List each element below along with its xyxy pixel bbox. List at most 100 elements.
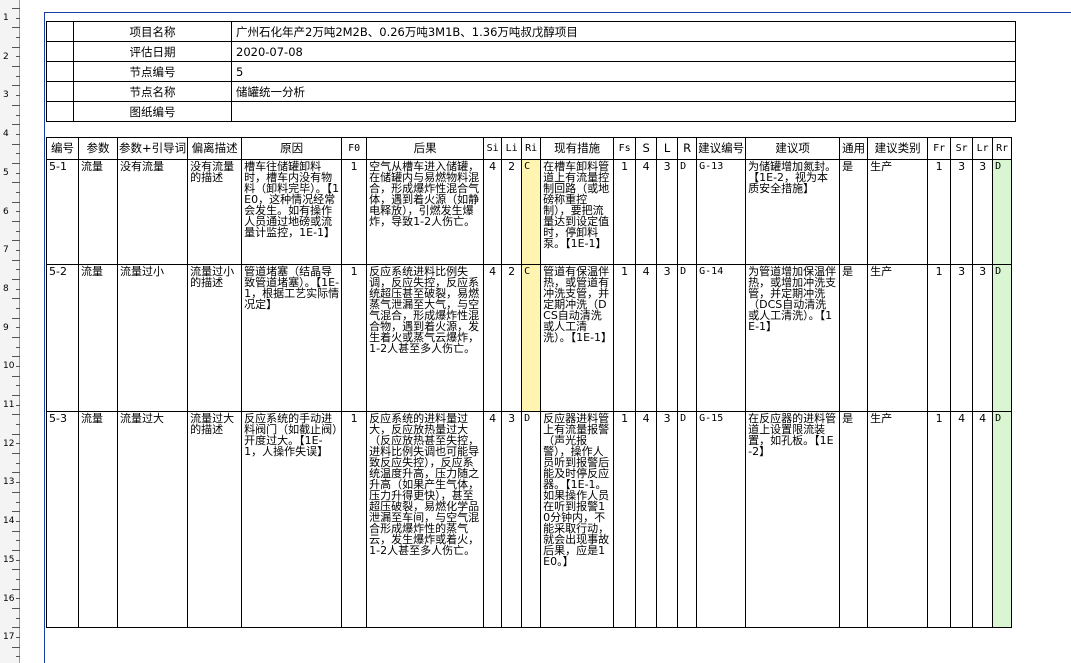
ruler-tick [12, 259, 20, 261]
cell-rec: 在反应器的进料管道上设置限流装置，如孔板。【1E-2】 [745, 411, 841, 628]
ruler-tick [12, 607, 20, 609]
ruler-number: 5 [3, 167, 9, 178]
column-header: Sr [950, 137, 974, 160]
cell-fs: 1 [613, 264, 637, 412]
column-header: 参数+引导词 [116, 137, 189, 160]
page-border-left [44, 12, 45, 663]
column-header: 通用 [839, 137, 869, 160]
cell-deviation: 流量过大的描述 [187, 411, 243, 628]
table-row: 5-2 流量 流量过小 流量过小的描述 管道堵塞（结晶导致管道堵塞）。【1E-1，根据工… [46, 264, 1013, 412]
cell-si: 4 [483, 264, 503, 412]
cell-deviation: 流量过小的描述 [187, 264, 243, 412]
cell-li: 2 [501, 159, 523, 265]
ruler-tick [12, 298, 20, 300]
cell-param: 流量 [78, 264, 118, 412]
cell-measures: 在槽车卸料管道上有流量控制回路（或地磅称重控制），要把流量达到设定值时，停卸料泵… [540, 159, 615, 265]
cell-li: 2 [501, 264, 523, 412]
column-header: L [656, 137, 679, 160]
ruler-tick [16, 327, 20, 329]
column-header: 后果 [366, 137, 485, 160]
ruler-tick [12, 278, 20, 280]
ruler-tick [16, 37, 20, 39]
info-spacer-cell [46, 21, 74, 42]
ruler-tick [12, 337, 20, 338]
cell-category: 生产 [867, 159, 929, 265]
ruler-number: 8 [3, 283, 9, 294]
cell-consequence: 反应系统的进料量过大，反应放热量过大（反应放热甚至失控，进料比例失调也可能导致反… [366, 411, 485, 628]
ruler-number: 9 [3, 322, 9, 333]
cell-guide: 流量过大 [116, 411, 189, 628]
ruler-tick [12, 201, 20, 203]
info-spacer-cell [46, 81, 74, 102]
cell-ri: C [521, 264, 542, 412]
ruler-tick [16, 230, 20, 232]
ruler-tick [16, 172, 20, 174]
cell-param: 流量 [78, 159, 118, 265]
ruler-tick [12, 646, 20, 648]
cell-ri: D [521, 411, 542, 628]
cell-lr: 3 [972, 264, 994, 412]
ruler-tick [16, 75, 20, 77]
ruler-number: 16 [3, 593, 15, 604]
ruler-tick [12, 162, 20, 164]
cell-fr: 1 [927, 159, 952, 265]
ruler-tick [12, 627, 20, 629]
cell-rec: 为管道增加保温伴热，或增加冲洗支管，并定期冲洗（DCS自动清洗或人工清洗）。【1… [745, 264, 841, 412]
ruler-tick [12, 511, 20, 513]
ruler-tick [12, 85, 20, 87]
ruler-tick [16, 288, 20, 290]
cell-lr: 4 [972, 411, 994, 628]
ruler-tick [16, 114, 20, 116]
ruler-tick [12, 27, 20, 29]
ruler-tick [16, 95, 20, 97]
info-value: 储罐统一分析 [231, 81, 1016, 102]
info-spacer-cell [46, 101, 74, 122]
cell-guide: 没有流量 [116, 159, 189, 265]
ruler-number: 17 [3, 632, 15, 643]
column-header: 建议项 [745, 137, 841, 160]
info-row: 节点名称 储罐统一分析 [46, 81, 1016, 102]
cell-f0: 1 [341, 159, 368, 265]
cell-id: 5-1 [46, 159, 79, 265]
cell-rr: D [992, 159, 1013, 265]
cell-rr: D [992, 411, 1013, 628]
page-border-top [44, 12, 1071, 13]
cell-fr: 1 [927, 264, 952, 412]
ruler-tick [12, 530, 20, 532]
info-value [231, 101, 1016, 122]
cell-id: 5-2 [46, 264, 79, 412]
ruler-tick [12, 317, 20, 319]
cell-l: 3 [656, 264, 679, 412]
info-label: 评估日期 [73, 41, 232, 62]
column-header: 偏离描述 [187, 137, 243, 160]
info-row: 项目名称 广州石化年产2万吨2M2B、0.26万吨3M1B、1.36万吨叔戊醇项目 [46, 21, 1016, 42]
ruler-tick [16, 191, 20, 193]
ruler-tick [12, 182, 20, 184]
cell-consequence: 反应系统进料比例失调，反应失控，反应系统超压甚至破裂，易燃蒸气泄漏至大气，与空气… [366, 264, 485, 412]
ruler-tick [16, 578, 20, 580]
column-header: 参数 [78, 137, 118, 160]
ruler-tick [12, 240, 20, 242]
ruler-tick [12, 414, 20, 416]
info-value: 5 [231, 61, 1016, 82]
cell-r: D [677, 159, 698, 265]
ruler-number: 10 [3, 361, 15, 372]
ruler-number: 6 [3, 206, 9, 217]
ruler-tick [12, 453, 20, 455]
ruler-tick [12, 46, 20, 48]
column-header: Lr [972, 137, 994, 160]
ruler-tick [16, 385, 20, 387]
cell-id: 5-3 [46, 411, 79, 628]
info-value: 2020-07-08 [231, 41, 1016, 62]
ruler-tick [16, 56, 20, 58]
cell-r: D [677, 264, 698, 412]
cell-rec-no: G-15 [696, 411, 747, 628]
vertical-ruler: 1 2 3 4 5 6 7 8 9 10 11 12 13 14 15 16 17 [0, 0, 20, 663]
ruler-number: 7 [3, 245, 9, 256]
ruler-tick [12, 124, 20, 126]
info-label: 节点编号 [73, 61, 232, 82]
info-label: 节点名称 [73, 81, 232, 102]
cell-s: 4 [635, 159, 658, 265]
ruler-tick [16, 617, 20, 619]
ruler-tick [16, 540, 20, 542]
